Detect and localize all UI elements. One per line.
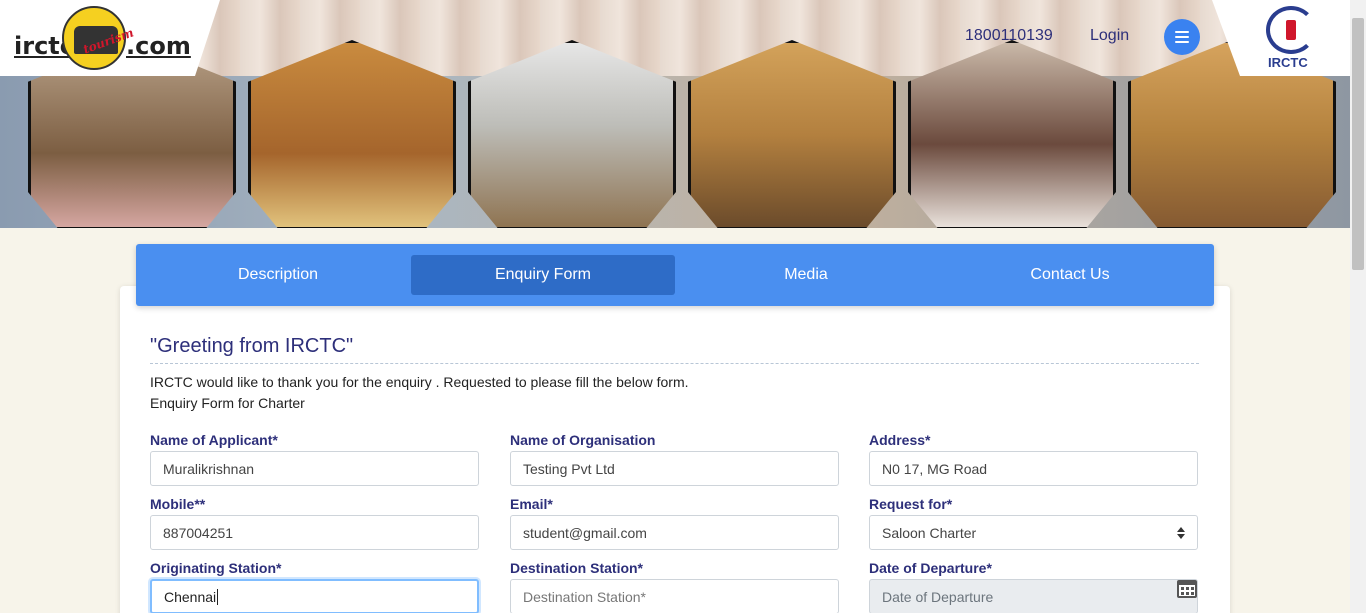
applicant-name-input[interactable]: Muralikrishnan <box>150 451 479 486</box>
address-input[interactable]: N0 17, MG Road <box>869 451 1198 486</box>
address-value: N0 17, MG Road <box>882 460 988 477</box>
menu-button[interactable] <box>1164 19 1200 55</box>
address-label: Address* <box>869 432 931 448</box>
greeting-divider <box>150 363 1199 364</box>
tab-bar: Description Enquiry Form Media Contact U… <box>136 244 1214 306</box>
intro-text: IRCTC would like to thank you for the en… <box>150 374 689 390</box>
origin-station-value: Chennai <box>164 588 217 605</box>
hamburger-icon <box>1175 31 1189 43</box>
mobile-label: Mobile** <box>150 496 206 512</box>
departure-date-input[interactable]: Date of Departure <box>869 579 1198 613</box>
origin-label: Originating Station* <box>150 560 282 576</box>
tab-description[interactable]: Description <box>146 255 410 295</box>
departure-label: Date of Departure* <box>869 560 992 576</box>
text-caret <box>217 588 219 605</box>
destination-placeholder: Destination Station* <box>523 588 646 605</box>
mobile-value: 887004251 <box>163 524 234 541</box>
organisation-value: Testing Pvt Ltd <box>523 460 615 477</box>
departure-placeholder: Date of Departure <box>882 588 994 605</box>
form-subtitle: Enquiry Form for Charter <box>150 395 305 411</box>
request-for-value: Saloon Charter <box>882 524 977 541</box>
tourism-logo-icon[interactable]: tourism <box>62 6 135 70</box>
irctc-logo-label: IRCTC <box>1268 55 1308 70</box>
request-for-select[interactable]: Saloon Charter <box>869 515 1198 550</box>
organisation-input[interactable]: Testing Pvt Ltd <box>510 451 839 486</box>
irctc-logo-icon <box>1266 6 1316 54</box>
mobile-input[interactable]: 887004251 <box>150 515 479 550</box>
tab-media[interactable]: Media <box>674 255 938 295</box>
helpline-phone[interactable]: 1800110139 <box>965 27 1053 45</box>
email-input[interactable]: student@gmail.com <box>510 515 839 550</box>
origin-station-input[interactable]: Chennai <box>150 579 479 613</box>
organisation-label: Name of Organisation <box>510 432 656 448</box>
login-link[interactable]: Login <box>1090 27 1129 45</box>
email-value: student@gmail.com <box>523 524 647 541</box>
destination-label: Destination Station* <box>510 560 644 576</box>
select-arrows-icon <box>1177 527 1185 539</box>
destination-station-input[interactable]: Destination Station* <box>510 579 839 613</box>
tab-enquiry-form[interactable]: Enquiry Form <box>411 255 675 295</box>
greeting-heading: "Greeting from IRCTC" <box>150 335 354 357</box>
email-label: Email* <box>510 496 553 512</box>
tab-contact-us[interactable]: Contact Us <box>938 255 1202 295</box>
calendar-icon[interactable] <box>1177 580 1197 598</box>
applicant-label: Name of Applicant* <box>150 432 278 448</box>
applicant-name-value: Muralikrishnan <box>163 460 255 477</box>
request-for-label: Request for* <box>869 496 953 512</box>
logo-text-right[interactable]: .com <box>126 32 191 60</box>
scrollbar-thumb[interactable] <box>1352 18 1364 270</box>
